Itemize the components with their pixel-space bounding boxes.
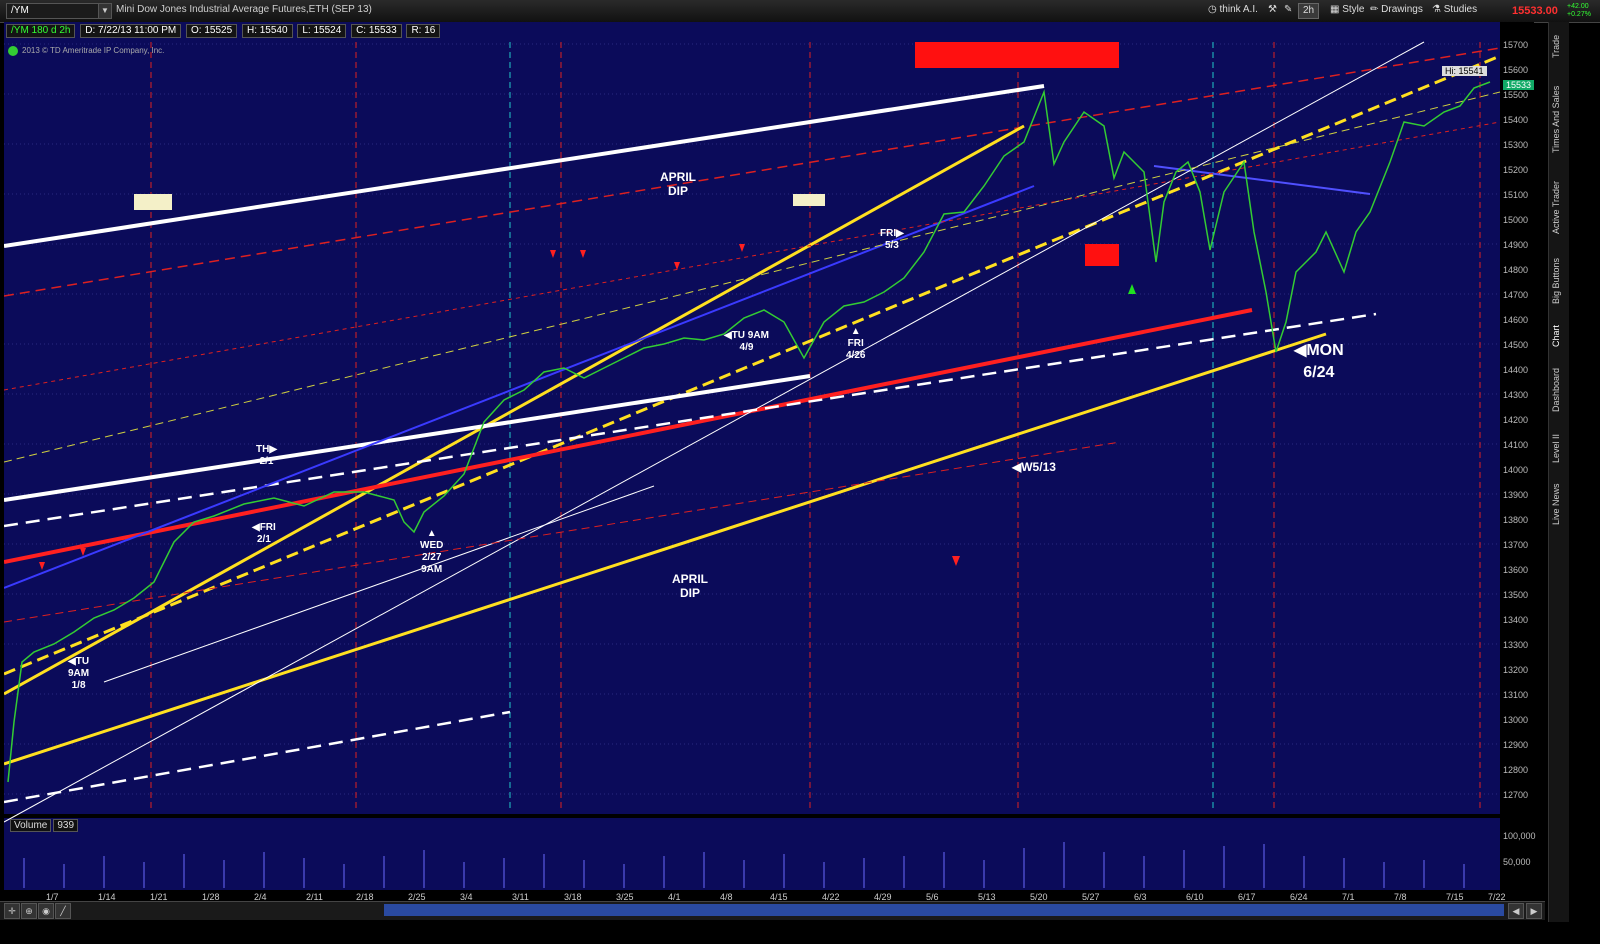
annotation-wed-2-27: ▲ WED 2/27 9AM xyxy=(420,528,444,575)
zoom-icon[interactable]: ⊕ xyxy=(21,903,37,919)
bar-open: O: 15525 xyxy=(186,24,238,38)
annotation-fri-5-3: FRI▶ 5/3 xyxy=(880,228,904,251)
symbol-description: Mini Dow Jones Industrial Average Future… xyxy=(116,4,372,15)
volume-label: Volume 939 xyxy=(10,819,80,832)
price-tick: 15700 xyxy=(1503,40,1529,50)
price-change: +42.00 +0.27% xyxy=(1567,3,1591,18)
annotation-th: TH▶ 2/1 xyxy=(256,444,278,467)
price-tick: 12900 xyxy=(1503,740,1529,750)
price-tick: 13000 xyxy=(1503,715,1529,725)
status-icon xyxy=(8,46,18,56)
price-tick: 13900 xyxy=(1503,490,1529,500)
annotation-fri-2-1: ◀FRI 2/1 xyxy=(252,522,276,545)
price-tick: 15600 xyxy=(1503,65,1529,75)
bar-range: R: 16 xyxy=(406,24,441,38)
price-tick: 14100 xyxy=(1503,440,1529,450)
scroll-left-icon[interactable]: ◀ xyxy=(1508,903,1524,919)
sidebar-tab-level-ii[interactable]: Level II xyxy=(1551,426,1567,470)
volume-tick: 50,000 xyxy=(1503,857,1531,867)
annotation-tu-4-9: ◀TU 9AM 4/9 xyxy=(724,330,769,353)
hi-tag: Hi: 15541 xyxy=(1442,66,1487,76)
aggregation-label[interactable]: /YM 180 d 2h xyxy=(6,24,76,38)
think-ai-button[interactable]: ◷ think A.I. xyxy=(1208,3,1258,17)
annotation-tu-1-8: ◀TU 9AM 1/8 xyxy=(68,656,90,691)
price-tick: 12700 xyxy=(1503,790,1529,800)
sidebar-tab-active-trader[interactable]: Active Trader xyxy=(1551,172,1567,242)
price-tick: 13500 xyxy=(1503,590,1529,600)
annotation-fri-4-26: ▲ FRI 4/26 xyxy=(846,326,866,361)
price-tick: 13600 xyxy=(1503,565,1529,575)
price-chart[interactable] xyxy=(3,22,1534,924)
price-tick: 13400 xyxy=(1503,615,1529,625)
annotation-april-dip-top: APRIL DIP xyxy=(660,170,696,198)
last-price-tag: 15533 xyxy=(1503,80,1535,90)
drawings-button[interactable]: ✏ Drawings xyxy=(1370,3,1423,17)
price-tick: 13700 xyxy=(1503,540,1529,550)
resistance-zone-mid xyxy=(1085,244,1119,266)
symbol-input[interactable]: /YM xyxy=(6,3,102,19)
sidebar-tab-times-and-sales[interactable]: Times And Sales xyxy=(1551,74,1567,164)
bar-date: D: 7/22/13 11:00 PM xyxy=(80,24,182,38)
last-price: 15533.00 xyxy=(1512,5,1558,17)
drawing-tool-icon[interactable]: ╱ xyxy=(55,903,71,919)
studies-button[interactable]: ⚗ Studies xyxy=(1432,3,1477,17)
label-box-left xyxy=(134,194,172,210)
camera-icon[interactable]: ◉ xyxy=(38,903,54,919)
bar-high: H: 15540 xyxy=(241,24,293,38)
sidebar-tab-live-news[interactable]: Live News xyxy=(1551,476,1567,532)
price-tick: 14000 xyxy=(1503,465,1529,475)
sidebar-tab-trade[interactable]: Trade xyxy=(1551,26,1567,66)
price-tick: 13300 xyxy=(1503,640,1529,650)
price-tick: 14400 xyxy=(1503,365,1529,375)
label-box-mid xyxy=(793,194,825,206)
price-tick: 15100 xyxy=(1503,190,1529,200)
price-tick: 14900 xyxy=(1503,240,1529,250)
top-toolbar: /YM ▼ Mini Dow Jones Industrial Average … xyxy=(0,0,1600,23)
sidebar-tab-big-buttons[interactable]: Big Buttons xyxy=(1551,250,1567,312)
volume-tick: 100,000 xyxy=(1503,831,1536,841)
right-sidebar: Trade Times And Sales Active Trader Big … xyxy=(1548,22,1569,922)
symbol-dropdown-icon[interactable]: ▼ xyxy=(98,3,112,19)
price-tick: 15000 xyxy=(1503,215,1529,225)
bar-close: C: 15533 xyxy=(351,24,402,38)
price-tick: 14500 xyxy=(1503,340,1529,350)
price-tick: 14800 xyxy=(1503,265,1529,275)
sidebar-tab-chart[interactable]: Chart xyxy=(1551,318,1567,354)
copyright: 2013 © TD Ameritrade IP Company, Inc. xyxy=(8,46,164,56)
price-tick: 13100 xyxy=(1503,690,1529,700)
bar-low: L: 15524 xyxy=(297,24,347,38)
resistance-zone-top xyxy=(915,42,1119,68)
price-tick: 13200 xyxy=(1503,665,1529,675)
sidebar-tab-dashboard[interactable]: Dashboard xyxy=(1551,360,1567,420)
price-tick: 15400 xyxy=(1503,115,1529,125)
price-tick: 15300 xyxy=(1503,140,1529,150)
price-tick: 14300 xyxy=(1503,390,1529,400)
chart-area[interactable] xyxy=(3,22,1534,924)
pan-icon[interactable]: ✛ xyxy=(4,903,20,919)
annotation-w5-13: ◀W5/13 xyxy=(1012,460,1056,474)
price-tick: 14200 xyxy=(1503,415,1529,425)
annotation-mon-6-24: ◀MON 6/24 xyxy=(1294,342,1344,381)
price-tick: 12800 xyxy=(1503,765,1529,775)
scroll-right-icon[interactable]: ▶ xyxy=(1526,903,1542,919)
chart-tools-icon[interactable]: ⚒ xyxy=(1268,3,1277,17)
price-tick: 15500 xyxy=(1503,90,1529,100)
price-tick: 14600 xyxy=(1503,315,1529,325)
price-tick: 13800 xyxy=(1503,515,1529,525)
style-button[interactable]: ▦ Style xyxy=(1330,3,1364,17)
timeframe-button[interactable]: 2h xyxy=(1298,3,1320,19)
chart-info-bar: /YM 180 d 2h D: 7/22/13 11:00 PM O: 1552… xyxy=(6,24,442,38)
price-tick: 15200 xyxy=(1503,165,1529,175)
price-pane-bg xyxy=(4,22,1500,814)
settings-icon[interactable]: ✎ xyxy=(1284,3,1292,17)
price-tick: 14700 xyxy=(1503,290,1529,300)
chart-scrollbar[interactable] xyxy=(384,904,1504,916)
volume-pane-bg xyxy=(4,818,1500,890)
annotation-april-dip-bottom: APRIL DIP xyxy=(672,572,708,600)
